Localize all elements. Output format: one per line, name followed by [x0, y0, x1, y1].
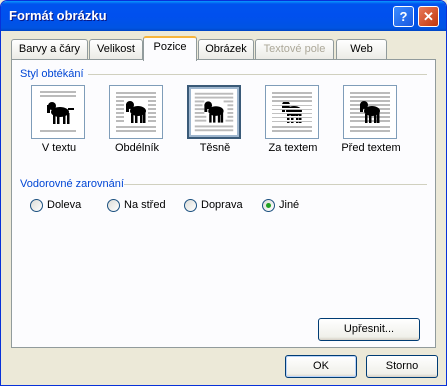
alignment-group-divider: [124, 184, 427, 185]
wrap-option-label: Před textem: [341, 142, 401, 154]
wrap-option-inline[interactable]: V textu: [31, 85, 87, 154]
dialog-title: Formát obrázku: [9, 8, 107, 23]
tab-web[interactable]: Web: [336, 39, 387, 59]
cancel-button[interactable]: Storno: [366, 355, 438, 378]
wrap-option-in-front-of-text[interactable]: Před textem: [341, 85, 401, 154]
wrap-option-square[interactable]: Obdélník: [109, 85, 165, 154]
radio-circle[interactable]: [262, 199, 275, 212]
radio-circle[interactable]: [184, 199, 197, 212]
radio-label: Na střed: [124, 199, 166, 211]
square-icon[interactable]: [109, 85, 163, 139]
tab-picture[interactable]: Obrázek: [198, 39, 254, 59]
radio-selected-dot: [266, 203, 271, 208]
radio-label: Jiné: [279, 199, 300, 211]
tab-position[interactable]: Pozice: [143, 36, 197, 61]
inline-icon[interactable]: [31, 85, 85, 139]
behind-text-icon[interactable]: [265, 85, 319, 139]
wrapping-group-divider: [88, 74, 427, 75]
position-tab-panel: Styl obtékání V textu Obdélník Těsně Za …: [11, 59, 436, 348]
radio-label: Doprava: [201, 199, 243, 211]
ok-button[interactable]: OK: [285, 355, 357, 378]
advanced-button[interactable]: Upřesnit...: [318, 318, 420, 341]
tight-icon[interactable]: [187, 85, 241, 139]
tab-size[interactable]: Velikost: [89, 39, 143, 59]
title-bar[interactable]: Formát obrázku ? ✕: [1, 1, 446, 31]
radio-label: Doleva: [47, 199, 82, 211]
radio-circle[interactable]: [107, 199, 120, 212]
wrap-option-behind-text[interactable]: Za textem: [265, 85, 321, 154]
help-button[interactable]: ?: [393, 6, 414, 27]
format-picture-dialog: Formát obrázku ? ✕ Barvy a čáry Velikost…: [0, 0, 447, 386]
wrapping-style-label: Styl obtékání: [20, 68, 84, 80]
close-button[interactable]: ✕: [418, 6, 439, 27]
in-front-of-text-icon[interactable]: [343, 85, 397, 139]
tab-text-box: Textové pole: [255, 39, 334, 59]
tab-colors-and-lines[interactable]: Barvy a čáry: [11, 39, 88, 59]
horizontal-alignment-label: Vodorovné zarovnání: [20, 178, 124, 190]
wrap-option-tight[interactable]: Těsně: [187, 85, 243, 154]
radio-circle[interactable]: [30, 199, 43, 212]
